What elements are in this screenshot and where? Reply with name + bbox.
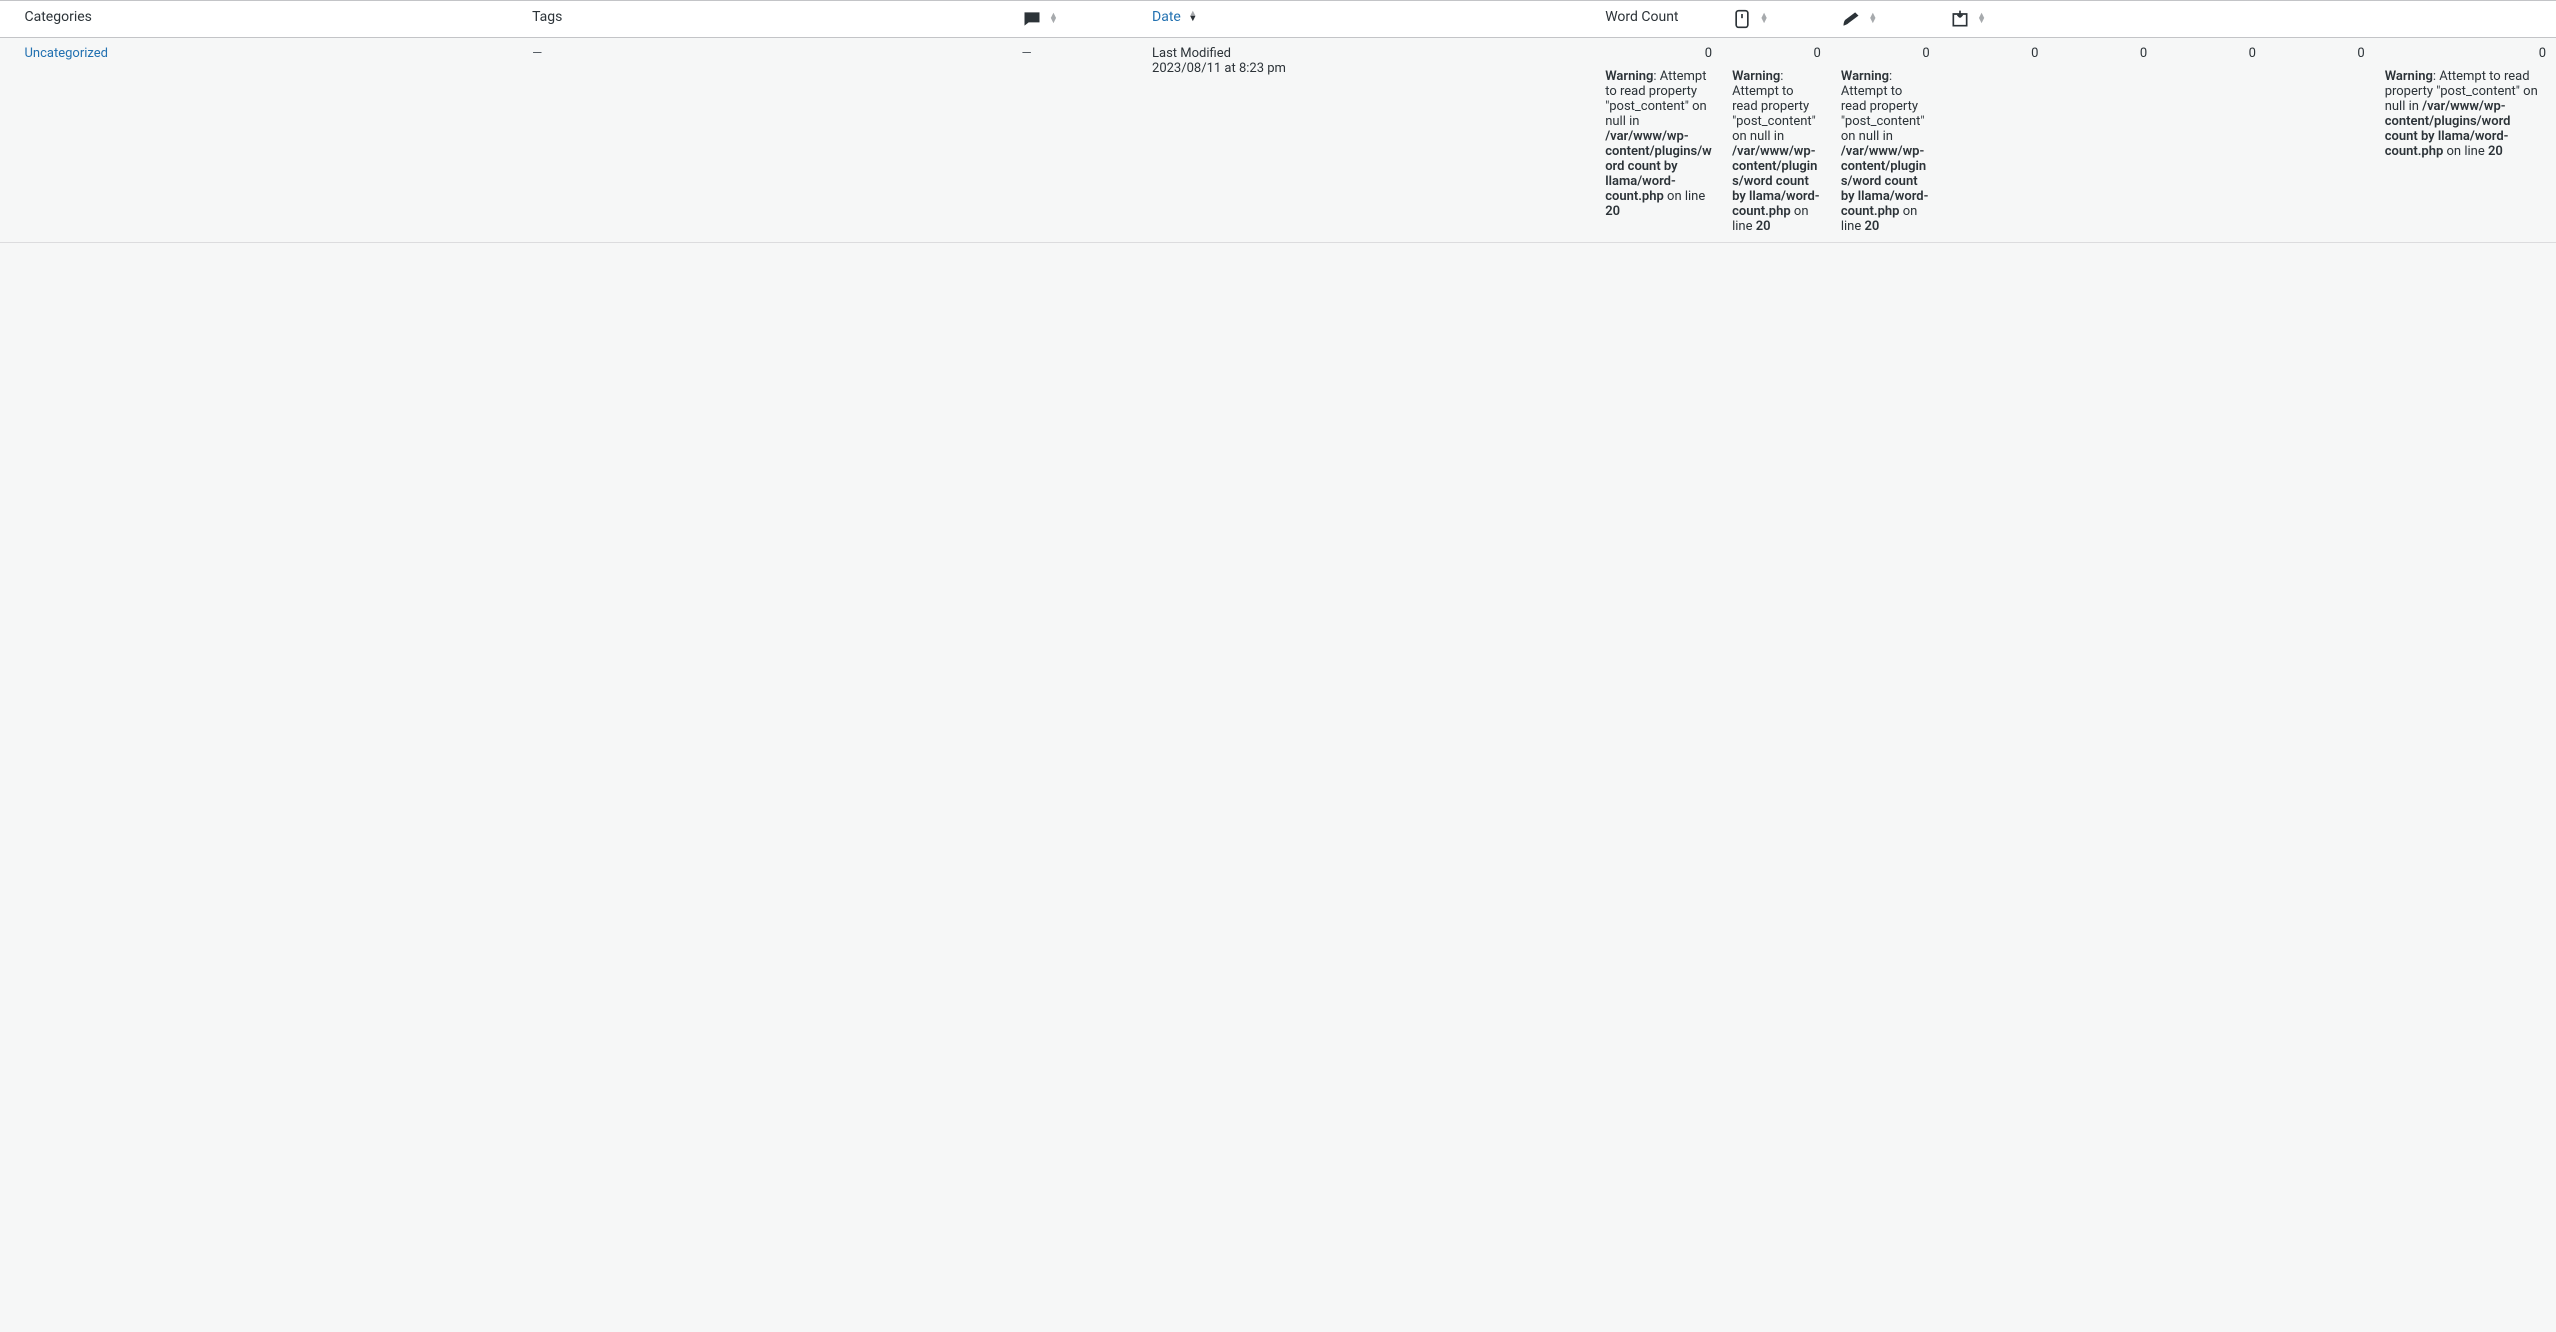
header-word-count[interactable]: Word Count [1595, 1, 1722, 38]
col12-value: 0 [2357, 46, 2364, 61]
col8-value: 0 [1922, 46, 1929, 61]
php-warning: Warning: Attempt to read property "post_… [1605, 69, 1712, 219]
header-extra-2 [2157, 1, 2266, 38]
cell-col7: 0 Warning: Attempt to read property "pos… [1722, 38, 1831, 243]
cell-tags: — [522, 38, 1011, 243]
cell-col10: 0 [2048, 38, 2157, 243]
php-warning: Warning: Attempt to read property "post_… [1841, 69, 1930, 234]
sort-icon: ▲▼ [1977, 14, 1986, 24]
tags-dash: — [532, 46, 542, 61]
sort-icon: ▲▼ [1868, 14, 1877, 24]
header-extra-4 [2375, 1, 2556, 38]
header-extra-1 [2048, 1, 2157, 38]
comments-dash: — [1022, 46, 1032, 61]
cell-col9: 0 [1940, 38, 2049, 243]
col9-value: 0 [2031, 46, 2038, 61]
posts-table: Categories Tags ▲▼ Date ▲▼ Word Cou [0, 0, 2556, 243]
header-comments[interactable]: ▲▼ [1012, 1, 1143, 38]
php-warning: Warning: Attempt to read property "post_… [2385, 69, 2546, 159]
header-date[interactable]: Date ▲▼ [1142, 1, 1595, 38]
header-categories-label: Categories [25, 9, 92, 25]
pen-icon [1841, 11, 1864, 27]
col13-value: 0 [2539, 46, 2546, 61]
header-word-count-label: Word Count [1605, 9, 1678, 25]
cell-categories: Uncategorized [15, 38, 523, 243]
scroll-icon [1732, 11, 1755, 27]
col7-value: 0 [1814, 46, 1821, 61]
cell-col12: 0 [2266, 38, 2375, 243]
comment-icon [1022, 11, 1045, 27]
cell-col8: 0 Warning: Attempt to read property "pos… [1831, 38, 1940, 243]
header-scroll[interactable]: ▲▼ [1722, 1, 1831, 38]
header-tags[interactable]: Tags [522, 1, 1011, 38]
table-row: Uncategorized — — Last Modified 2023/08/… [0, 38, 2556, 243]
inbox-icon [1950, 11, 1973, 27]
col10-value: 0 [2140, 46, 2147, 61]
header-categories[interactable]: Categories [15, 1, 523, 38]
cell-col11: 0 [2157, 38, 2266, 243]
word-count-value: 0 [1705, 46, 1712, 61]
header-tags-label: Tags [532, 9, 562, 25]
category-link[interactable]: Uncategorized [25, 46, 108, 61]
col11-value: 0 [2249, 46, 2256, 61]
sort-icon: ▲▼ [1049, 14, 1058, 24]
sort-icon: ▲▼ [1188, 12, 1197, 22]
table-header-row: Categories Tags ▲▼ Date ▲▼ Word Cou [0, 1, 2556, 38]
header-date-link[interactable]: Date [1152, 9, 1181, 25]
date-value: 2023/08/11 at 8:23 pm [1152, 61, 1585, 76]
header-indicator [0, 1, 15, 38]
php-warning: Warning: Attempt to read property "post_… [1732, 69, 1821, 234]
cell-comments: — [1012, 38, 1143, 243]
date-label: Last Modified [1152, 46, 1585, 61]
cell-word-count: 0 Warning: Attempt to read property "pos… [1595, 38, 1722, 243]
sort-icon: ▲▼ [1760, 14, 1769, 24]
header-extra-3 [2266, 1, 2375, 38]
row-indicator [0, 38, 15, 243]
header-inbox[interactable]: ▲▼ [1940, 1, 2049, 38]
cell-date: Last Modified 2023/08/11 at 8:23 pm [1142, 38, 1595, 243]
header-pen[interactable]: ▲▼ [1831, 1, 1940, 38]
cell-col13: 0 Warning: Attempt to read property "pos… [2375, 38, 2556, 243]
